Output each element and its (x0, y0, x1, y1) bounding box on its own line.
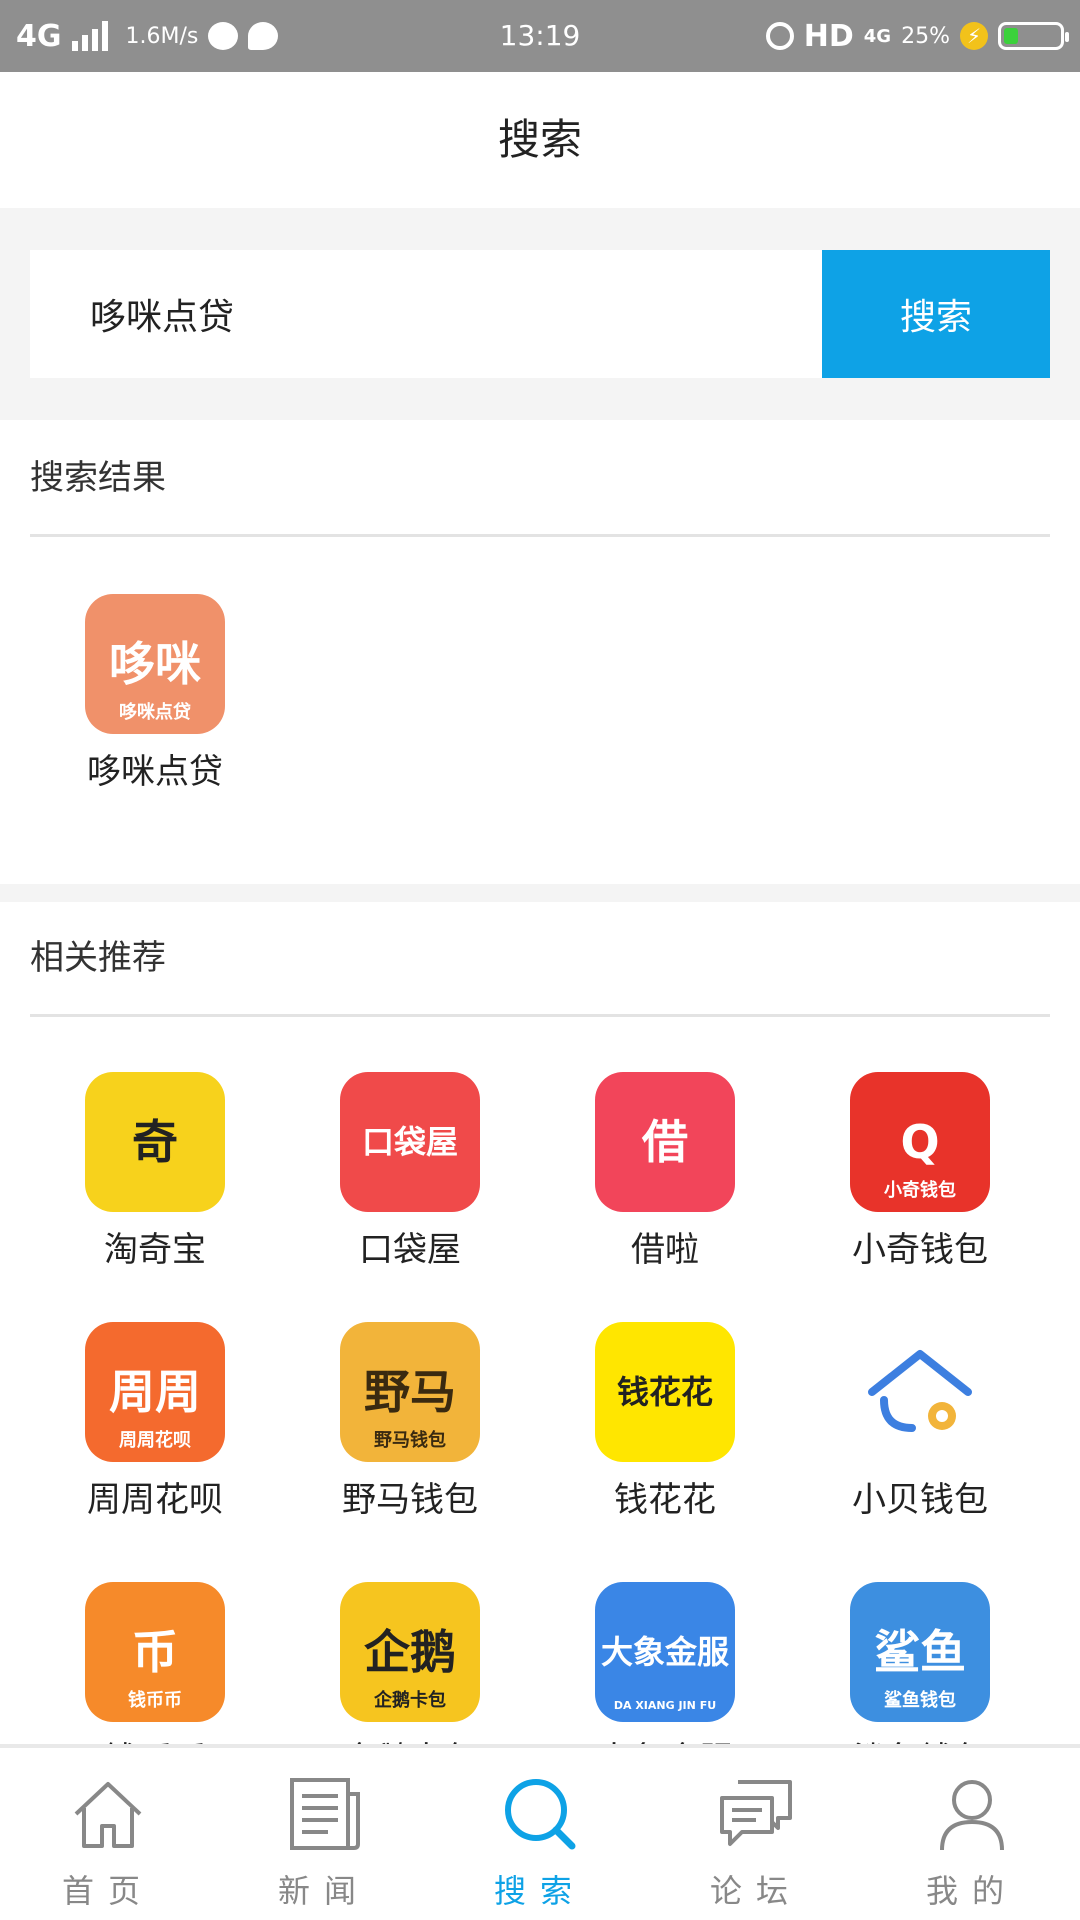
section-title-recommend: 相关推荐 (30, 938, 166, 978)
app-icon-text: 野马 (364, 1365, 456, 1419)
divider (30, 534, 1050, 537)
result-app-item[interactable]: 哆咪 哆咪点贷 哆咪点贷 (55, 594, 255, 793)
search-input[interactable] (30, 250, 822, 378)
app-icon: 企鹅 企鹅卡包 (340, 1582, 480, 1722)
status-bar: 4G 1.6M/s 13:19 HD 4G 25% ⚡ (0, 0, 1080, 72)
battery-icon (998, 22, 1069, 50)
app-icon-caption: DA XIANG JIN FU (613, 1699, 717, 1712)
app-icon-text: 钱花花 (616, 1373, 713, 1411)
nav-label: 首页 (61, 1872, 154, 1910)
search-button[interactable]: 搜索 (822, 250, 1050, 378)
app-icon-text: 币 (132, 1625, 178, 1679)
app-icon-text: 企鹅 (364, 1625, 456, 1679)
recommend-app-item[interactable]: 小贝钱包 (820, 1322, 1020, 1521)
nav-home[interactable]: 首页 (0, 1748, 216, 1920)
recommend-app-item[interactable]: 奇淘奇宝 (55, 1072, 255, 1271)
app-icon-text: Q (900, 1115, 940, 1169)
nav-news[interactable]: 新闻 (216, 1748, 432, 1920)
nav-profile[interactable]: 我的 (864, 1748, 1080, 1920)
app-icon-text: 借 (642, 1115, 688, 1169)
house-coin-icon (868, 1350, 972, 1432)
app-icon-caption: 小奇钱包 (884, 1180, 956, 1201)
nav-forum[interactable]: 论坛 (648, 1748, 864, 1920)
bottom-nav: 首页 新闻 搜索 论坛 我的 (0, 1744, 1080, 1920)
app-icon-text: 鲨鱼 (874, 1625, 966, 1679)
hd-badge: HD (803, 18, 854, 54)
app-icon-caption: 钱币币 (128, 1690, 182, 1711)
app-label: 淘奇宝 (104, 1230, 206, 1270)
app-icon: 鲨鱼 鲨鱼钱包 (850, 1582, 990, 1722)
nav-label: 新闻 (277, 1872, 370, 1910)
battery-percent: 25% (901, 23, 950, 49)
app-icon-caption: 鲨鱼钱包 (884, 1690, 956, 1711)
app-icon: 哆咪 哆咪点贷 (85, 594, 225, 734)
nav-label: 搜索 (493, 1872, 586, 1910)
divider (30, 1014, 1050, 1017)
nav-label: 我的 (925, 1872, 1018, 1910)
recommend-app-item[interactable]: 钱花花 钱花花 (565, 1322, 765, 1521)
app-icon: 钱花花 (595, 1322, 735, 1462)
app-icon-text: 大象金服 (600, 1633, 729, 1671)
title-bar: 搜索 (0, 72, 1080, 208)
app-icon-caption: 野马钱包 (374, 1430, 446, 1451)
charging-icon: ⚡ (960, 22, 988, 50)
section-title-results: 搜索结果 (30, 458, 166, 498)
app-label: 钱花花 (614, 1480, 716, 1520)
app-label: 小奇钱包 (852, 1230, 988, 1270)
app-icon-text: 周周 (109, 1365, 201, 1419)
app-icon: 周周 周周花呗 (85, 1322, 225, 1462)
section-gap (0, 884, 1080, 902)
nav-label: 论坛 (709, 1872, 802, 1910)
recommend-app-item[interactable]: 周周 周周花呗 周周花呗 (55, 1322, 255, 1521)
recommend-app-item[interactable]: 野马 野马钱包 野马钱包 (310, 1322, 510, 1521)
app-label: 哆咪点贷 (87, 752, 223, 792)
news-icon (290, 1778, 360, 1850)
recommend-section: 相关推荐 奇淘奇宝 口袋屋 口袋屋借借啦 Q 小奇钱包 小奇钱包 周周 周周花呗 周周花呗 野马野… (0, 902, 1080, 1780)
page-title: 搜索 (497, 115, 582, 164)
app-label: 小贝钱包 (852, 1480, 988, 1520)
recommend-app-item[interactable]: 口袋屋 口袋屋 (310, 1072, 510, 1271)
app-icon (850, 1322, 990, 1462)
app-icon-caption: 企鹅卡包 (374, 1690, 446, 1711)
app-icon: 借 (595, 1072, 735, 1212)
search-icon (505, 1779, 576, 1850)
data-badge: 4G (863, 25, 892, 47)
app-icon-caption: 哆咪点贷 (119, 702, 191, 723)
app-label: 口袋屋 (359, 1230, 461, 1270)
search-area: 搜索 (0, 208, 1080, 420)
profile-icon (940, 1780, 1004, 1851)
app-icon: 口袋屋 (340, 1072, 480, 1212)
home-icon (74, 1782, 142, 1848)
app-icon-caption: 周周花呗 (119, 1430, 191, 1451)
search-results-section: 搜索结果 哆咪 哆咪点贷 哆咪点贷 (0, 420, 1080, 884)
forum-icon (720, 1780, 792, 1846)
app-icon-text: 口袋屋 (361, 1123, 458, 1161)
recommend-app-item[interactable]: Q 小奇钱包 小奇钱包 (820, 1072, 1020, 1271)
app-label: 野马钱包 (342, 1480, 478, 1520)
app-icon: Q 小奇钱包 (850, 1072, 990, 1212)
app-icon-text: 奇 (132, 1115, 178, 1169)
app-icon-text: 哆咪 (109, 637, 201, 691)
recommend-app-item[interactable]: 借借啦 (565, 1072, 765, 1271)
app-label: 周周花呗 (87, 1480, 223, 1520)
app-icon: 币钱币币 (85, 1582, 225, 1722)
nav-search[interactable]: 搜索 (432, 1748, 648, 1920)
app-icon: 野马 野马钱包 (340, 1322, 480, 1462)
app-label: 借啦 (631, 1230, 699, 1270)
app-icon: 奇 (85, 1072, 225, 1212)
app-icon: 大象金服 DA XIANG JIN FU (595, 1582, 735, 1722)
alarm-icon (765, 22, 794, 50)
